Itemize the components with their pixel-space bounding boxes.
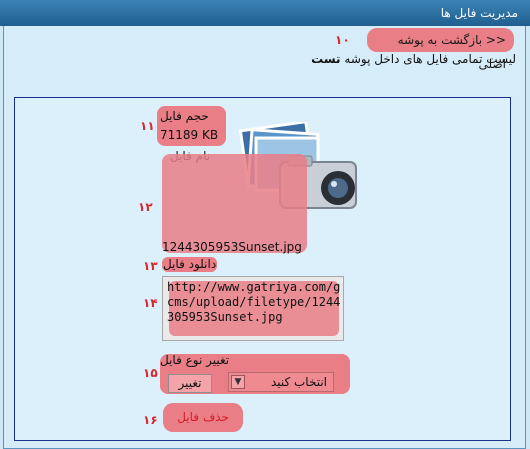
marker-13: ۱۳ xyxy=(143,259,158,273)
download-label: دانلود فایل xyxy=(163,257,217,271)
select-value: انتخاب کنید xyxy=(270,375,327,389)
folder-name: تست xyxy=(311,52,341,66)
chevron-down-icon: ▼ xyxy=(231,375,245,389)
change-button[interactable]: تغییر xyxy=(168,374,212,393)
file-size-label: حجم فایل xyxy=(160,109,209,123)
download-url-field[interactable]: http://www.gatriya.com/gcms/upload/filet… xyxy=(162,276,344,341)
marker-10: ۱۰ xyxy=(335,33,350,47)
back-to-root-link[interactable]: << بازگشت به پوشه اصلی xyxy=(367,28,514,71)
delete-file-link[interactable]: حذف فایل xyxy=(163,403,243,432)
change-type-label: تغییر نوع فایل xyxy=(160,353,230,367)
file-name-value: 1244305953Sunset.jpg xyxy=(162,240,302,254)
file-size-value: 71189 KB xyxy=(160,128,219,142)
marker-11: ۱۱ xyxy=(140,119,155,133)
marker-14: ۱۴ xyxy=(143,296,158,310)
subtitle-text: لیست تمامی فایل های داخل پوشه xyxy=(344,52,516,66)
marker-15: ۱۵ xyxy=(143,366,158,380)
marker-12: ۱۲ xyxy=(138,200,153,214)
name-highlight xyxy=(162,154,307,253)
marker-16: ۱۶ xyxy=(143,413,158,427)
window-title: مدیریت فایل ها xyxy=(0,0,530,26)
file-type-select[interactable]: ▼ انتخاب کنید xyxy=(228,372,334,392)
folder-subtitle: لیست تمامی فایل های داخل پوشه تست xyxy=(311,52,516,66)
